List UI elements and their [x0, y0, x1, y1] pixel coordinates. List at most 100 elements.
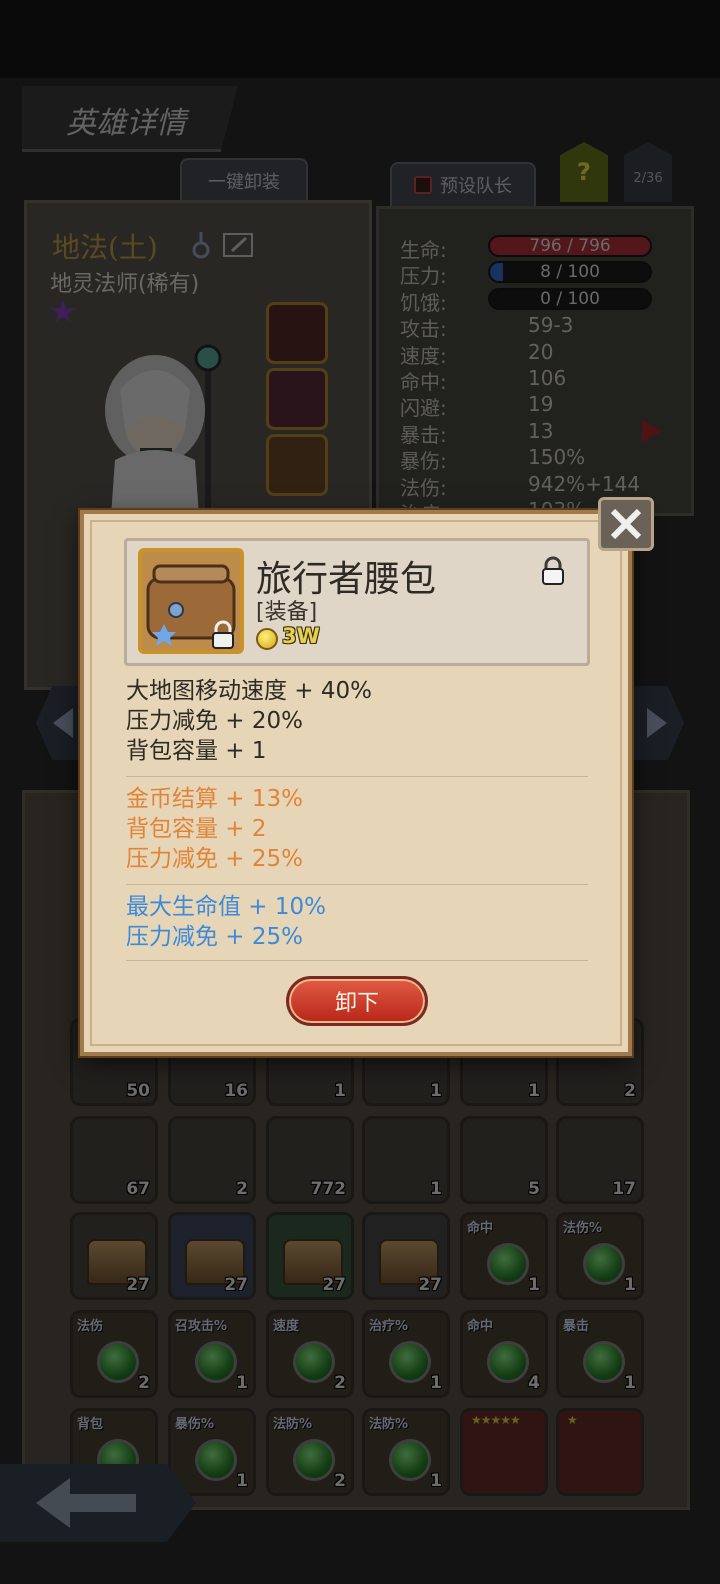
item-count: 50	[126, 1081, 150, 1101]
item-count: 1	[334, 1081, 346, 1101]
item-count: 5	[528, 1179, 540, 1199]
stat-label: 暴伤:	[400, 449, 447, 474]
stat-label: 压力:	[400, 264, 447, 289]
inventory-item[interactable]: ★	[556, 1408, 644, 1496]
item-count: 1	[236, 1373, 248, 1393]
stat-label: 生命:	[400, 238, 447, 262]
inventory-item[interactable]: 1	[362, 1116, 450, 1204]
unequip-all-button[interactable]: 一键卸装	[180, 158, 308, 204]
inventory-item[interactable]: 772	[266, 1116, 354, 1204]
item-count: 1	[528, 1081, 540, 1101]
stat-value: 106	[528, 366, 567, 390]
item-count: 67	[126, 1179, 150, 1199]
attribute-line: 压力减免 + 25%	[126, 846, 304, 872]
preset-captain-toggle[interactable]: 预设队长	[390, 162, 536, 208]
preset-captain-checkbox[interactable]	[414, 176, 432, 194]
attribute-line: 背包容量 + 2	[126, 816, 267, 842]
item-count: 2	[138, 1373, 150, 1393]
stat-label: 速度:	[400, 343, 447, 368]
item-count: 4	[528, 1373, 540, 1393]
item-count: 1	[430, 1081, 442, 1101]
divider	[126, 960, 588, 961]
stat-value: 20	[528, 339, 554, 364]
inventory-item[interactable]: ★★★★★	[460, 1408, 548, 1496]
rename-icon[interactable]	[222, 232, 254, 258]
divider	[126, 776, 588, 777]
item-count: 772	[310, 1179, 347, 1199]
stat-bar: 8 / 100	[488, 261, 652, 284]
equip-slot-2[interactable]	[266, 368, 328, 430]
inventory-item[interactable]: 暴击 1	[556, 1310, 644, 1398]
stat-label: 闪避:	[400, 396, 447, 421]
gem-icon	[293, 1439, 335, 1481]
hero-class: 地灵法师(稀有)	[50, 272, 200, 297]
gem-icon	[583, 1243, 625, 1285]
unequip-button[interactable]: 卸下	[286, 976, 428, 1026]
gem-icon	[97, 1341, 139, 1383]
inventory-item[interactable]: 67	[70, 1116, 158, 1204]
inventory-item[interactable]: 治疗% 1	[362, 1310, 450, 1398]
stat-label: 攻击:	[400, 317, 447, 342]
inventory-item[interactable]: 命中 4	[460, 1310, 548, 1398]
stat-value: 942%+144	[528, 471, 641, 496]
item-tag: 法伤	[77, 1319, 104, 1334]
inventory-item[interactable]: 命中 1	[460, 1212, 548, 1300]
attribute-line: 最大生命值 + 10%	[126, 894, 327, 920]
inventory-item[interactable]: 17	[556, 1116, 644, 1204]
inventory-item[interactable]: 法防% 2	[266, 1408, 354, 1496]
inventory-item[interactable]: 27	[168, 1212, 256, 1300]
back-button[interactable]	[0, 1464, 196, 1542]
close-button[interactable]	[598, 497, 654, 551]
hero-name: 地法(土)	[52, 231, 158, 264]
stat-label: 饥饿:	[400, 290, 447, 315]
item-count: 1	[528, 1275, 540, 1295]
inventory-item[interactable]: 速度 2	[266, 1310, 354, 1398]
hero-portrait	[105, 344, 222, 530]
lock-toggle-icon[interactable]	[540, 556, 566, 586]
gender-icon	[192, 232, 210, 259]
item-tag: 治疗%	[369, 1319, 409, 1334]
attribute-line: 压力减免 + 20%	[126, 708, 304, 734]
inventory-item[interactable]: 召攻击% 1	[168, 1310, 256, 1398]
item-tag: 法伤%	[563, 1221, 603, 1236]
item-tag: 命中	[467, 1221, 494, 1236]
inventory-item[interactable]: 27	[362, 1212, 450, 1300]
item-count: 2	[334, 1373, 346, 1393]
equip-slot-1[interactable]	[266, 302, 328, 364]
stat-label: 命中:	[400, 370, 447, 394]
item-count: 27	[418, 1275, 442, 1295]
inventory-item[interactable]: 暴伤% 1	[168, 1408, 256, 1496]
inventory-item[interactable]: 27	[70, 1212, 158, 1300]
inventory-item[interactable]: 2	[168, 1116, 256, 1204]
item-tag: 法防%	[369, 1417, 409, 1432]
item-count: 17	[612, 1179, 636, 1199]
item-tag: 背包	[77, 1417, 104, 1432]
attribute-line: 压力减免 + 25%	[126, 924, 304, 950]
item-lock-icon	[212, 620, 234, 649]
stat-value: 19	[528, 392, 554, 417]
attribute-line: 金币结算 + 13%	[126, 786, 304, 812]
item-count: 1	[430, 1373, 442, 1393]
item-type: [装备]	[256, 600, 318, 625]
item-count: 2	[236, 1179, 248, 1199]
inventory-item[interactable]: 法伤% 1	[556, 1212, 644, 1300]
item-count: 2	[624, 1081, 636, 1101]
inventory-item[interactable]: 5	[460, 1116, 548, 1204]
item-count: 27	[126, 1275, 150, 1295]
inventory-item[interactable]: 法伤 2	[70, 1310, 158, 1398]
stat-value: 150%	[528, 445, 586, 470]
gem-icon	[293, 1341, 335, 1383]
inventory-item[interactable]: 法防% 1	[362, 1408, 450, 1496]
stat-bar: 796 / 796	[488, 235, 652, 257]
item-price: 3W	[282, 624, 320, 648]
item-tag: 法防%	[273, 1417, 313, 1432]
equip-slot-3[interactable]	[266, 434, 328, 496]
stats-next-arrow-icon[interactable]	[642, 420, 662, 442]
item-tag: 暴伤%	[175, 1417, 215, 1432]
item-count: 1	[624, 1275, 636, 1295]
inventory-item[interactable]: 27	[266, 1212, 354, 1300]
back-arrow-icon	[36, 1478, 136, 1528]
chevron-left-icon	[53, 708, 73, 738]
gem-icon	[195, 1439, 237, 1481]
gem-icon	[389, 1439, 431, 1481]
